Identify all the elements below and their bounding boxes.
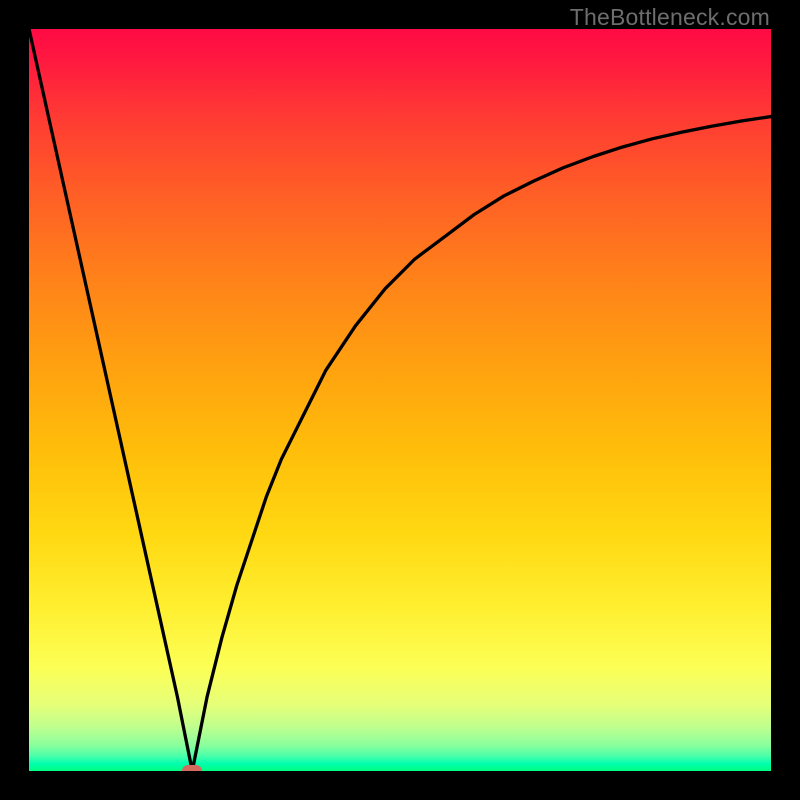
plot-area <box>29 29 771 771</box>
bottleneck-curve <box>29 29 771 771</box>
watermark-text: TheBottleneck.com <box>570 4 770 31</box>
chart-frame: TheBottleneck.com <box>0 0 800 800</box>
minimum-marker-icon <box>182 765 202 771</box>
